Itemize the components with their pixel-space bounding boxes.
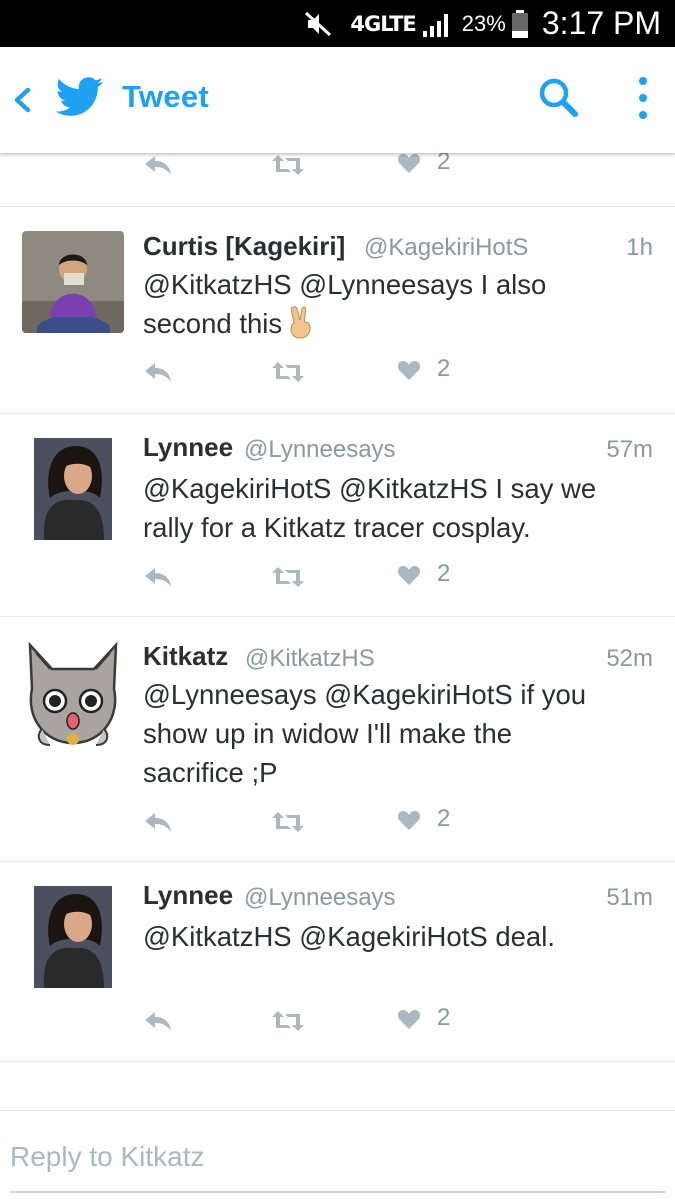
reply-icon[interactable] xyxy=(143,566,173,588)
author-handle[interactable]: @Lynneesays xyxy=(244,884,396,912)
page-title: Tweet xyxy=(122,79,210,114)
tweet-text-line: second this xyxy=(143,304,643,343)
tweet-time: 57m xyxy=(606,436,653,463)
tweet-text-line: @KitkatzHS @Lynneesays I also xyxy=(143,269,547,300)
reply-icon[interactable] xyxy=(143,1010,173,1032)
battery-icon xyxy=(511,9,528,38)
reply-input[interactable]: Reply to Kitkatz xyxy=(10,1141,205,1173)
tweet-item[interactable]: Curtis [Kagekiri] @KagekiriHotS 1h @Kitk… xyxy=(0,207,675,413)
like-count: 2 xyxy=(437,805,451,832)
reply-composer[interactable]: Reply to Kitkatz xyxy=(0,1110,675,1201)
tweet-actions: 2 xyxy=(143,560,483,596)
search-icon[interactable] xyxy=(536,75,580,119)
mute-icon xyxy=(305,11,332,36)
tweet-text-fragment: second this xyxy=(143,308,283,339)
status-bar: 4GLTE 23% 3:17 PM xyxy=(0,0,675,47)
reply-underline xyxy=(10,1191,665,1193)
retweet-icon[interactable] xyxy=(271,566,305,588)
battery-percent: 23% xyxy=(461,10,506,36)
tweet-actions: 2 xyxy=(143,355,483,391)
tweet-item[interactable]: Lynnee @Lynneesays 57m @KagekiriHotS @Ki… xyxy=(0,414,675,616)
retweet-icon[interactable] xyxy=(271,361,305,383)
tweet-actions: 2 xyxy=(143,1004,483,1040)
reply-icon[interactable] xyxy=(143,361,173,383)
like-count: 2 xyxy=(437,560,451,587)
avatar-kitkatz[interactable] xyxy=(22,639,124,747)
avatar-lynnee[interactable] xyxy=(34,886,112,988)
retweet-icon[interactable] xyxy=(271,811,305,833)
tweet-time: 51m xyxy=(606,884,653,911)
tweet-text: @KitkatzHS @Lynneesays I also second thi… xyxy=(143,265,643,343)
tweet-text-line: @KitkatzHS @KagekiriHotS deal. xyxy=(143,921,555,952)
clock: 3:17 PM xyxy=(541,5,661,41)
divider xyxy=(0,1061,675,1062)
reply-icon[interactable] xyxy=(143,811,173,833)
tweet-text-line: @Lynneesays @KagekiriHotS if you xyxy=(143,679,587,710)
author-handle[interactable]: @KagekiriHotS xyxy=(364,234,528,262)
like-count: 2 xyxy=(437,1004,451,1031)
tweet-actions: 2 xyxy=(143,148,483,184)
tweet-item[interactable]: Lynnee @Lynneesays 51m @KitkatzHS @Kagek… xyxy=(0,862,675,1061)
tweet-time: 52m xyxy=(606,645,653,672)
heart-icon[interactable] xyxy=(397,564,421,586)
avatar-curtis[interactable] xyxy=(22,231,124,333)
tweet-actions: 2 xyxy=(143,805,483,841)
back-icon[interactable] xyxy=(12,87,32,113)
app-header: Tweet xyxy=(0,47,675,153)
heart-icon[interactable] xyxy=(397,359,421,381)
heart-icon[interactable] xyxy=(397,152,421,174)
twitter-bird-icon[interactable] xyxy=(56,77,104,117)
heart-icon[interactable] xyxy=(397,1008,421,1030)
author-name[interactable]: Lynnee xyxy=(143,432,233,463)
avatar-lynnee[interactable] xyxy=(34,438,112,540)
heart-icon[interactable] xyxy=(397,809,421,831)
tweet-text: @KitkatzHS @KagekiriHotS deal. xyxy=(143,917,643,956)
tweet-item[interactable]: Kitkatz @KitkatzHS 52m @Lynneesays @Kage… xyxy=(0,617,675,861)
author-handle[interactable]: @KitkatzHS xyxy=(245,645,375,673)
reply-icon[interactable] xyxy=(143,154,173,176)
retweet-icon[interactable] xyxy=(271,154,305,176)
tweet-text-line: @KagekiriHotS @KitkatzHS I say we xyxy=(143,473,597,504)
tweet-text: @Lynneesays @KagekiriHotS if you show up… xyxy=(143,675,643,792)
author-name[interactable]: Curtis [Kagekiri] xyxy=(143,231,345,262)
tweet-text: @KagekiriHotS @KitkatzHS I say we rally … xyxy=(143,469,643,547)
like-count: 2 xyxy=(437,355,451,382)
author-name[interactable]: Kitkatz xyxy=(143,641,228,672)
author-handle[interactable]: @Lynneesays xyxy=(244,436,396,464)
network-label: 4GLTE xyxy=(350,11,416,36)
tweet-text-line: show up in widow I'll make the xyxy=(143,718,513,749)
tweet-time: 1h xyxy=(626,234,653,261)
tweet-text-line: rally for a Kitkatz tracer cosplay. xyxy=(143,512,531,543)
signal-icon xyxy=(422,13,448,37)
tweet-text-line: sacrifice ;P xyxy=(143,757,278,788)
author-name[interactable]: Lynnee xyxy=(143,880,233,911)
retweet-icon[interactable] xyxy=(271,1010,305,1032)
victory-hand-emoji xyxy=(290,306,311,339)
more-icon[interactable] xyxy=(634,73,652,123)
